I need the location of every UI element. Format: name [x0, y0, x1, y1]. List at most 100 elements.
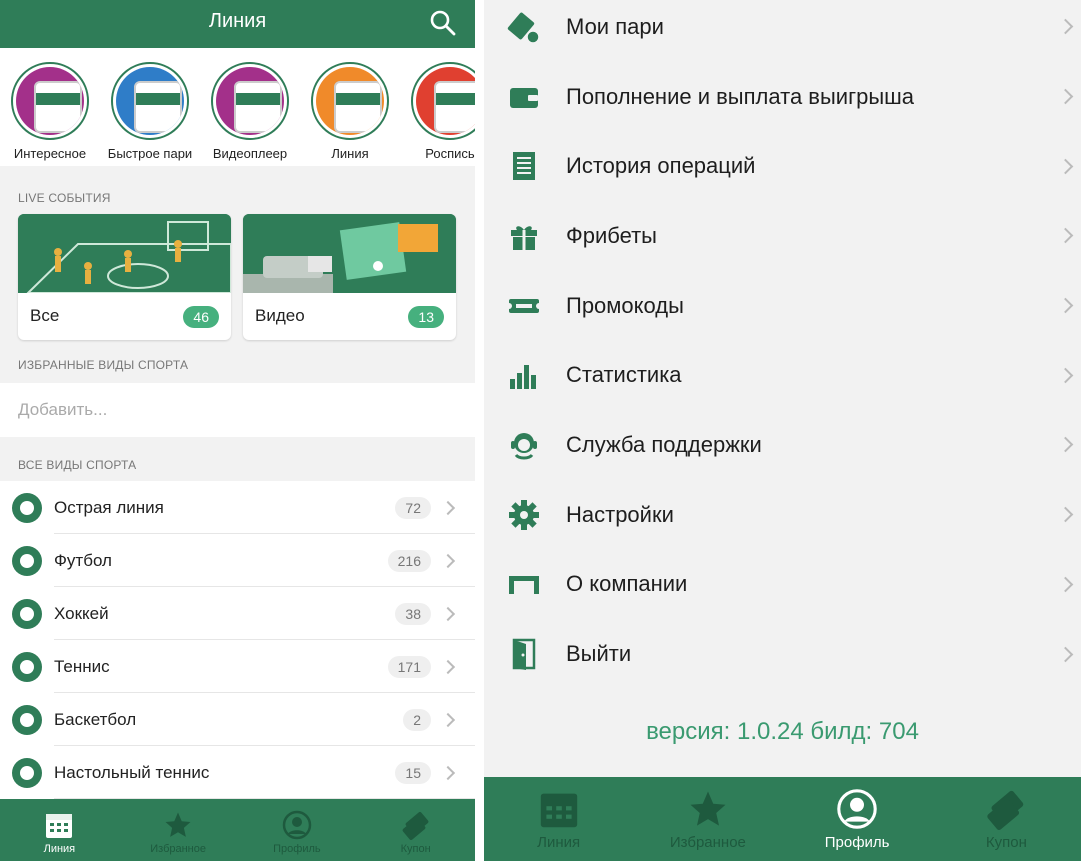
star-icon: [690, 791, 726, 826]
logout-icon: [512, 638, 536, 671]
tab-label: Линия: [43, 843, 76, 855]
chevron-right-icon: [1057, 19, 1074, 35]
sport-item-hot-line[interactable]: Острая линия 72: [0, 481, 475, 534]
menu-item-statistics[interactable]: Статистика: [484, 340, 1081, 410]
app-version: версия: 1.0.24 билд: 704: [646, 718, 919, 745]
sport-name: Теннис: [54, 656, 110, 676]
calendar-icon: [46, 814, 73, 838]
sport-count: 38: [395, 602, 431, 625]
profile-menu: Мои пари Пополнение и выплата выигрыша И…: [484, 0, 1081, 689]
story-ring: [311, 62, 389, 140]
football-icon: [12, 545, 42, 576]
tab-coupon[interactable]: Купон: [356, 799, 475, 861]
live-card-video[interactable]: Видео 13: [243, 214, 456, 340]
story-ring: [411, 62, 475, 140]
tab-profile[interactable]: Профиль: [783, 777, 932, 861]
menu-item-freebets[interactable]: Фрибеты: [484, 201, 1081, 271]
sports-list: Острая линия 72 Футбол 216 Хоккей 38 Тен…: [0, 481, 475, 799]
menu-item-deposit-withdraw[interactable]: Пополнение и выплата выигрыша: [484, 62, 1081, 132]
tab-coupon[interactable]: Купон: [932, 777, 1081, 861]
chevron-right-icon: [1057, 88, 1074, 105]
chevron-right-icon: [440, 659, 456, 674]
chevron-right-icon: [1057, 437, 1074, 453]
profile-icon: [837, 789, 877, 829]
story-interesting[interactable]: Интересное: [10, 48, 90, 166]
menu-item-about[interactable]: О компании: [484, 550, 1081, 620]
chevron-right-icon: [440, 606, 456, 621]
favorites-section-title: ИЗБРАННЫЕ ВИДЫ СПОРТА: [18, 358, 189, 372]
story-label: Интересное: [13, 146, 87, 161]
bottom-tab-bar: Линия Избранное Профиль Купон: [484, 777, 1081, 861]
sport-item-table-tennis[interactable]: Настольный теннис 15: [0, 746, 475, 799]
hot-line-icon: [12, 492, 42, 523]
menu-item-logout[interactable]: Выйти: [484, 619, 1081, 689]
menu-item-settings[interactable]: Настройки: [484, 480, 1081, 550]
story-line[interactable]: Линия: [310, 48, 390, 166]
menu-label: Фрибеты: [566, 222, 657, 248]
basketball-icon: [12, 704, 42, 735]
hockey-icon: [12, 598, 42, 629]
tab-line[interactable]: Линия: [484, 777, 633, 861]
tab-label: Избранное: [669, 834, 746, 851]
live-card-all[interactable]: Все 46: [18, 214, 231, 340]
tab-line[interactable]: Линия: [0, 799, 119, 861]
chevron-right-icon: [1057, 367, 1074, 384]
chevron-right-icon: [1057, 228, 1074, 244]
sport-item-football[interactable]: Футбол 216: [0, 534, 475, 587]
story-ring: [111, 62, 189, 140]
live-card-count: 13: [408, 306, 444, 328]
tab-favorites[interactable]: Избранное: [633, 777, 782, 861]
stories-strip: Интересное Быстрое пари Видеоплеер Линия…: [0, 48, 475, 166]
menu-label: Служба поддержки: [566, 431, 762, 457]
story-schedule[interactable]: Роспись: [410, 48, 475, 166]
stats-icon: [510, 365, 536, 390]
tennis-icon: [12, 651, 42, 682]
tab-label: Избранное: [150, 843, 206, 855]
chevron-right-icon: [1057, 506, 1074, 523]
sport-count: 171: [387, 655, 431, 678]
story-quick-bet[interactable]: Быстрое пари: [107, 48, 193, 166]
gear-icon: [509, 499, 539, 530]
chevron-right-icon: [1057, 297, 1074, 314]
sport-item-hockey[interactable]: Хоккей 38: [0, 587, 475, 640]
sport-name: Острая линия: [54, 497, 164, 517]
menu-label: Статистика: [566, 362, 682, 388]
sport-count: 2: [403, 708, 431, 731]
sport-item-basketball[interactable]: Баскетбол 2: [0, 693, 475, 746]
story-label: Роспись: [425, 146, 475, 161]
story-label: Видеоплеер: [212, 146, 288, 161]
sport-item-tennis[interactable]: Теннис 171: [0, 640, 475, 693]
promo-icon: [506, 298, 542, 313]
company-icon: [509, 576, 539, 595]
bottom-tab-bar: Линия Избранное Профиль Купон: [0, 799, 475, 861]
menu-label: Мои пари: [566, 13, 664, 39]
profile-icon: [282, 810, 312, 840]
wallet-icon: [510, 87, 538, 108]
all-sports-title: ВСЕ ВИДЫ СПОРТА: [18, 458, 137, 472]
story-label: Быстрое пари: [107, 146, 193, 161]
sport-count: 216: [387, 549, 431, 572]
add-favorite-sport[interactable]: Добавить...: [0, 383, 475, 437]
chevron-right-icon: [440, 553, 456, 568]
chevron-right-icon: [440, 765, 456, 780]
video-illustration: [243, 214, 456, 293]
search-icon[interactable]: [429, 9, 457, 37]
top-bar: Линия: [0, 0, 475, 48]
menu-item-promocodes[interactable]: Промокоды: [484, 271, 1081, 341]
menu-item-history[interactable]: История операций: [484, 131, 1081, 201]
menu-label: О компании: [566, 571, 688, 597]
chevron-right-icon: [440, 712, 456, 727]
tab-label: Профиль: [824, 834, 890, 851]
menu-label: Промокоды: [566, 292, 684, 318]
menu-item-support[interactable]: Служба поддержки: [484, 410, 1081, 480]
sport-count: 72: [395, 496, 431, 519]
page-title: Линия: [208, 10, 267, 32]
story-video-player[interactable]: Видеоплеер: [210, 48, 290, 166]
tab-profile[interactable]: Профиль: [238, 799, 357, 861]
tab-label: Купон: [400, 843, 431, 855]
tab-favorites[interactable]: Избранное: [119, 799, 238, 861]
menu-item-my-bets[interactable]: Мои пари: [484, 0, 1081, 62]
live-section-title: LIVE СОБЫТИЯ: [18, 191, 111, 205]
story-label: Линия: [331, 146, 369, 161]
profile-screen: Мои пари Пополнение и выплата выигрыша И…: [484, 0, 1081, 861]
